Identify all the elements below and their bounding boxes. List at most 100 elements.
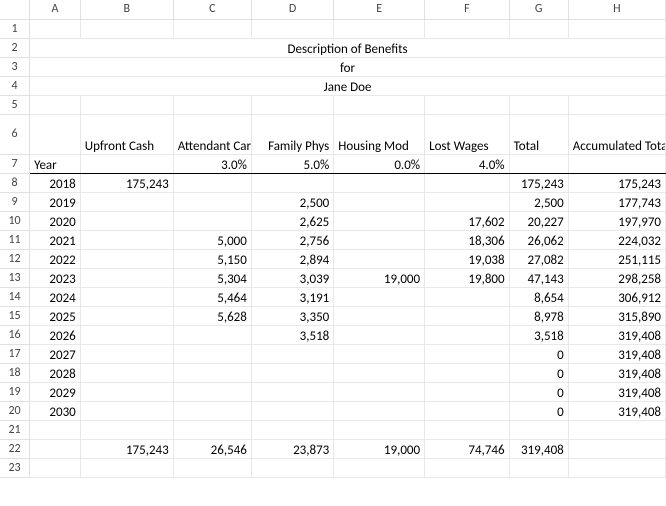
- col-header[interactable]: D: [251, 0, 333, 19]
- cell-acc[interactable]: 319,408: [568, 363, 665, 382]
- row-header[interactable]: 6: [0, 114, 30, 154]
- row-header[interactable]: 9: [0, 192, 30, 211]
- cell-upfront[interactable]: [80, 249, 173, 268]
- cell-lost[interactable]: [425, 306, 510, 325]
- cell-acc[interactable]: 319,408: [568, 382, 665, 401]
- sum-upfront[interactable]: 175,243: [80, 439, 173, 458]
- cell-attendant[interactable]: 5,464: [173, 287, 251, 306]
- row-header[interactable]: 13: [0, 268, 30, 287]
- cell-year[interactable]: 2024: [30, 287, 81, 306]
- cell-year[interactable]: 2019: [30, 192, 81, 211]
- cell-total[interactable]: 8,654: [509, 287, 568, 306]
- cell-family[interactable]: [251, 363, 333, 382]
- hdr-attendant[interactable]: Attendant Care: [173, 114, 251, 154]
- cell-upfront[interactable]: [80, 192, 173, 211]
- cell-total[interactable]: 20,227: [509, 211, 568, 230]
- row-header[interactable]: 17: [0, 344, 30, 363]
- cell-lost[interactable]: [425, 344, 510, 363]
- sum-attendant[interactable]: 26,546: [173, 439, 251, 458]
- cell-acc[interactable]: 315,890: [568, 306, 665, 325]
- cell-lost[interactable]: [425, 325, 510, 344]
- cell-upfront[interactable]: [80, 382, 173, 401]
- cell-family[interactable]: 3,039: [251, 268, 333, 287]
- cell-family[interactable]: 3,518: [251, 325, 333, 344]
- rate-lost[interactable]: 4.0%: [425, 154, 510, 173]
- cell-total[interactable]: 175,243: [509, 173, 568, 192]
- col-header[interactable]: B: [80, 0, 173, 19]
- cell-housing[interactable]: [334, 382, 425, 401]
- cell-attendant[interactable]: [173, 401, 251, 420]
- cell-housing[interactable]: [334, 363, 425, 382]
- row-header[interactable]: 20: [0, 401, 30, 420]
- cell-upfront[interactable]: [80, 211, 173, 230]
- col-header[interactable]: F: [425, 0, 510, 19]
- cell-upfront[interactable]: [80, 306, 173, 325]
- title-for[interactable]: for: [30, 57, 666, 76]
- cell-upfront[interactable]: [80, 344, 173, 363]
- cell-attendant[interactable]: 5,304: [173, 268, 251, 287]
- cell-family[interactable]: [251, 173, 333, 192]
- cell-year[interactable]: 2020: [30, 211, 81, 230]
- cell-lost[interactable]: [425, 173, 510, 192]
- cell-housing[interactable]: 19,000: [334, 268, 425, 287]
- col-header[interactable]: H: [568, 0, 665, 19]
- cell-lost[interactable]: 19,038: [425, 249, 510, 268]
- cell-upfront[interactable]: [80, 230, 173, 249]
- cell-year[interactable]: 2028: [30, 363, 81, 382]
- cell-year[interactable]: 2022: [30, 249, 81, 268]
- rate-family[interactable]: 5.0%: [251, 154, 333, 173]
- cell-total[interactable]: 0: [509, 363, 568, 382]
- cell-housing[interactable]: [334, 249, 425, 268]
- rate-attendant[interactable]: 3.0%: [173, 154, 251, 173]
- cell-year[interactable]: 2025: [30, 306, 81, 325]
- col-header[interactable]: A: [30, 0, 81, 19]
- row-header[interactable]: 14: [0, 287, 30, 306]
- row-header[interactable]: 21: [0, 420, 30, 439]
- cell-family[interactable]: [251, 401, 333, 420]
- cell-attendant[interactable]: [173, 363, 251, 382]
- row-header[interactable]: 19: [0, 382, 30, 401]
- hdr-year[interactable]: Year: [30, 154, 81, 173]
- cell-upfront[interactable]: [80, 325, 173, 344]
- cell-housing[interactable]: [334, 173, 425, 192]
- cell-acc[interactable]: 306,912: [568, 287, 665, 306]
- cell-total[interactable]: 47,143: [509, 268, 568, 287]
- cell-housing[interactable]: [334, 287, 425, 306]
- cell-upfront[interactable]: [80, 363, 173, 382]
- title-name[interactable]: Jane Doe: [30, 76, 666, 95]
- cell-total[interactable]: 8,978: [509, 306, 568, 325]
- cell-family[interactable]: 2,625: [251, 211, 333, 230]
- cell-acc[interactable]: 224,032: [568, 230, 665, 249]
- cell-year[interactable]: 2029: [30, 382, 81, 401]
- spreadsheet-grid[interactable]: A B C D E F G H 1 2 Description of Benef…: [0, 0, 666, 478]
- cell-attendant[interactable]: [173, 211, 251, 230]
- hdr-total[interactable]: Total: [509, 114, 568, 154]
- cell-housing[interactable]: [334, 211, 425, 230]
- col-header[interactable]: E: [334, 0, 425, 19]
- cell-family[interactable]: 3,350: [251, 306, 333, 325]
- cell-lost[interactable]: 17,602: [425, 211, 510, 230]
- row-header[interactable]: 4: [0, 76, 30, 95]
- row-header[interactable]: 22: [0, 439, 30, 458]
- cell-housing[interactable]: [334, 306, 425, 325]
- cell-year[interactable]: 2018: [30, 173, 81, 192]
- sum-lost[interactable]: 74,746: [425, 439, 510, 458]
- cell-total[interactable]: 0: [509, 382, 568, 401]
- cell-upfront[interactable]: [80, 401, 173, 420]
- select-all-corner[interactable]: [0, 0, 30, 19]
- cell-total[interactable]: 27,082: [509, 249, 568, 268]
- cell-attendant[interactable]: [173, 173, 251, 192]
- cell-family[interactable]: 2,894: [251, 249, 333, 268]
- cell-acc[interactable]: 175,243: [568, 173, 665, 192]
- col-header[interactable]: G: [509, 0, 568, 19]
- cell-family[interactable]: [251, 344, 333, 363]
- row-header[interactable]: 11: [0, 230, 30, 249]
- row-header[interactable]: 1: [0, 19, 30, 38]
- cell-upfront[interactable]: [80, 268, 173, 287]
- cell-housing[interactable]: [334, 230, 425, 249]
- cell-total[interactable]: 0: [509, 401, 568, 420]
- row-header[interactable]: 12: [0, 249, 30, 268]
- sum-total[interactable]: 319,408: [509, 439, 568, 458]
- cell-total[interactable]: 2,500: [509, 192, 568, 211]
- cell-lost[interactable]: [425, 363, 510, 382]
